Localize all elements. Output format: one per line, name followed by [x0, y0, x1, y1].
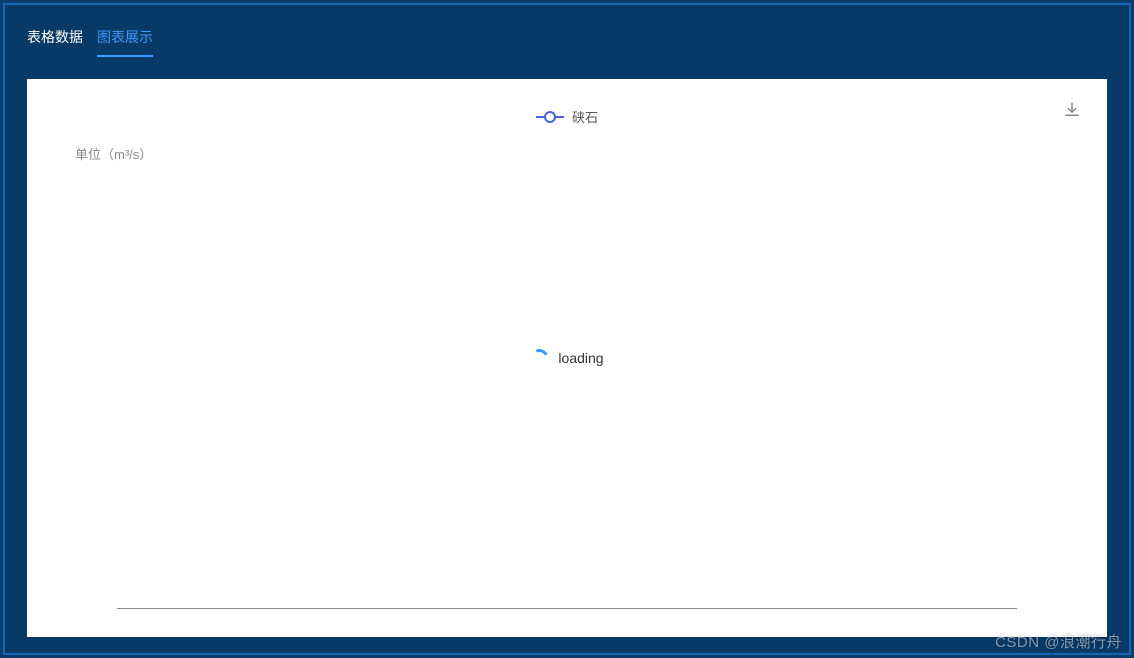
app-frame: 表格数据 图表展示 硖石 单位（m³/s） loading: [3, 3, 1131, 655]
y-axis-unit-label: 单位（m³/s）: [75, 144, 1079, 163]
download-icon: [1063, 101, 1081, 119]
loading-indicator: loading: [530, 349, 603, 367]
x-axis-line: [117, 608, 1017, 609]
tab-chart-display[interactable]: 图表展示: [97, 23, 153, 57]
tab-bar: 表格数据 图表展示: [27, 23, 1107, 57]
loading-text: loading: [558, 350, 603, 366]
download-button[interactable]: [1063, 101, 1081, 124]
chart-panel: 硖石 单位（m³/s） loading: [27, 79, 1107, 637]
watermark-text: CSDN @浪潮行舟: [995, 631, 1122, 652]
tab-table-data[interactable]: 表格数据: [27, 23, 83, 57]
legend-series-label[interactable]: 硖石: [572, 107, 598, 126]
chart-legend: 硖石: [55, 107, 1079, 126]
spinner-icon: [528, 346, 551, 369]
legend-marker-icon: [536, 111, 564, 123]
